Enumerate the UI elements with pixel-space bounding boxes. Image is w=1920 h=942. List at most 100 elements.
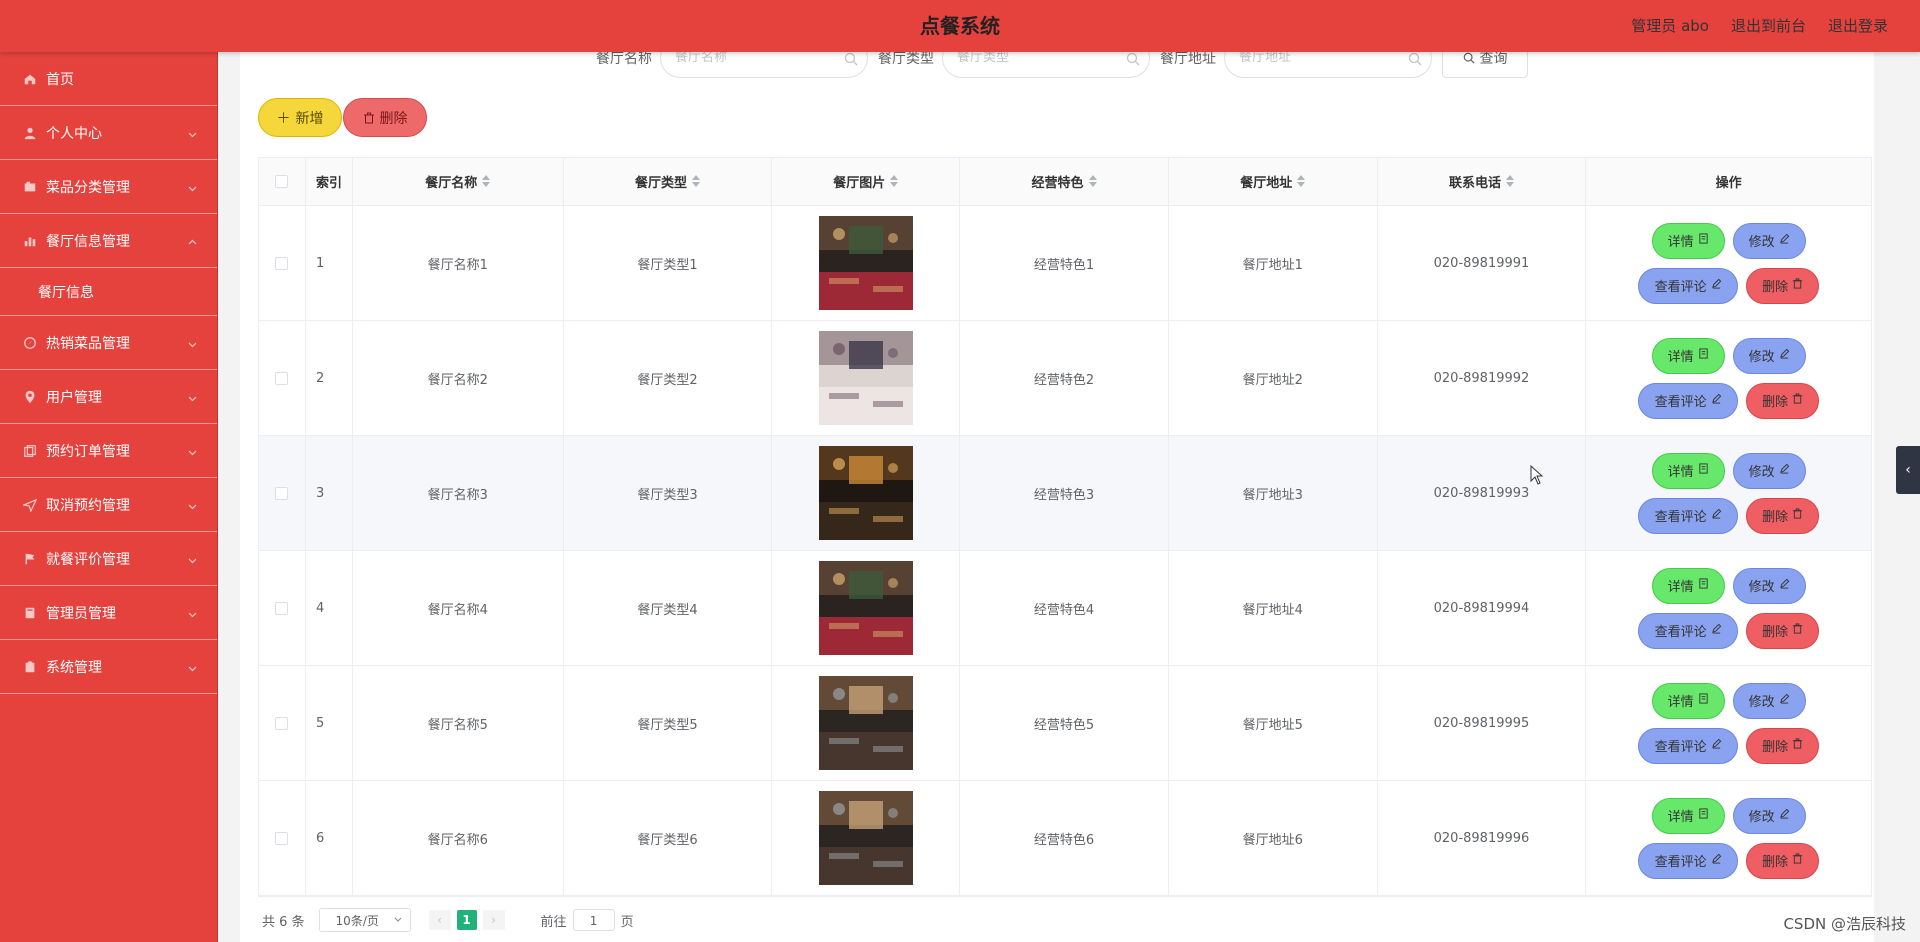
detail-button[interactable]: 详情 xyxy=(1651,337,1725,374)
cell-phone: 020-89819995 xyxy=(1378,666,1587,780)
sidebar-item-9[interactable]: 管理员管理 xyxy=(0,586,217,640)
detail-button[interactable]: 详情 xyxy=(1651,452,1725,489)
edit-button[interactable]: 修改 xyxy=(1732,337,1806,374)
col-feature-label: 经营特色 xyxy=(1031,176,1084,191)
search-address-label: 餐厅地址 xyxy=(1160,51,1216,67)
sort-icon[interactable] xyxy=(1088,175,1097,188)
sidebar-item-7[interactable]: 取消预约管理 xyxy=(0,478,217,532)
table-row[interactable]: 4 餐厅名称4 餐厅类型4 经营特色4 餐厅地址4 020-89819994 详情 修改 查看评… xyxy=(259,551,1871,666)
back-to-frontend-link[interactable]: 退出到前台 xyxy=(1731,0,1806,52)
select-all-checkbox[interactable] xyxy=(275,175,289,188)
detail-button[interactable]: 详情 xyxy=(1651,222,1725,259)
table-row[interactable]: 3 餐厅名称3 餐厅类型3 经营特色3 餐厅地址3 020-89819993 详情 修改 查看评… xyxy=(259,436,1871,551)
table-row[interactable]: 6 餐厅名称6 餐厅类型6 经营特色6 餐厅地址6 020-89819996 详情 修改 查看评… xyxy=(259,781,1871,896)
restaurant-image[interactable] xyxy=(818,791,913,885)
page-size-select[interactable]: 10条/页 xyxy=(318,908,411,932)
remove-label: 删除 xyxy=(1762,280,1789,295)
restaurant-image[interactable] xyxy=(818,561,913,655)
edit-button[interactable]: 修改 xyxy=(1732,567,1806,604)
goto-page-input[interactable]: 1 xyxy=(572,909,615,931)
sidebar-item-8[interactable]: 就餐评价管理 xyxy=(0,532,217,586)
view-reviews-button[interactable]: 查看评论 xyxy=(1638,267,1739,304)
detail-button[interactable]: 详情 xyxy=(1651,682,1725,719)
view-reviews-button[interactable]: 查看评论 xyxy=(1638,497,1739,534)
table-row[interactable]: 2 餐厅名称2 餐厅类型2 经营特色2 餐厅地址2 020-89819992 详情 修改 查看评… xyxy=(259,321,1871,436)
cell-type: 餐厅类型1 xyxy=(564,206,773,320)
edit-icon xyxy=(1779,348,1790,363)
restaurant-image[interactable] xyxy=(818,331,913,425)
sidebar-item-2[interactable]: 菜品分类管理 xyxy=(0,160,217,214)
batch-delete-button[interactable]: 删除 xyxy=(343,98,427,137)
edit-button[interactable]: 修改 xyxy=(1732,797,1806,834)
sidebar-item-10[interactable]: 系统管理 xyxy=(0,640,217,694)
view-reviews-button[interactable]: 查看评论 xyxy=(1638,612,1739,649)
detail-button[interactable]: 详情 xyxy=(1651,567,1725,604)
admin-user-link[interactable]: 管理员 abo xyxy=(1631,0,1709,52)
sidebar-item-5[interactable]: 用户管理 xyxy=(0,370,217,424)
chevron-down-icon xyxy=(188,127,197,138)
sidebar-item-label: 预约订单管理 xyxy=(46,443,130,460)
review-label: 查看评论 xyxy=(1654,395,1707,410)
row-checkbox[interactable] xyxy=(275,831,289,845)
table-row[interactable]: 1 餐厅名称1 餐厅类型1 经营特色1 餐厅地址1 020-89819991 详情 修改 查看评… xyxy=(259,206,1871,321)
col-phone[interactable]: 联系电话 xyxy=(1378,158,1587,205)
page-number-button[interactable]: 1 xyxy=(456,910,477,930)
search-icon xyxy=(1463,52,1475,64)
view-reviews-button[interactable]: 查看评论 xyxy=(1638,727,1739,764)
review-label: 查看评论 xyxy=(1654,280,1707,295)
sidebar-subitem-0[interactable]: 餐厅信息 xyxy=(0,268,217,316)
logout-link[interactable]: 退出登录 xyxy=(1828,0,1888,52)
cell-phone: 020-89819992 xyxy=(1378,321,1587,435)
delete-row-button[interactable]: 删除 xyxy=(1746,612,1820,649)
restaurant-image[interactable] xyxy=(818,216,913,310)
col-name[interactable]: 餐厅名称 xyxy=(353,158,564,205)
search-icon xyxy=(844,52,858,66)
cell-address: 餐厅地址2 xyxy=(1169,321,1378,435)
delete-row-button[interactable]: 删除 xyxy=(1746,267,1820,304)
trash-icon xyxy=(363,112,374,123)
edit-button[interactable]: 修改 xyxy=(1732,452,1806,489)
delete-row-button[interactable]: 删除 xyxy=(1746,382,1820,419)
next-page-button[interactable]: › xyxy=(482,910,505,930)
sidebar-item-6[interactable]: 预约订单管理 xyxy=(0,424,217,478)
edit-button[interactable]: 修改 xyxy=(1732,682,1806,719)
cell-address: 餐厅地址5 xyxy=(1169,666,1378,780)
edit-icon xyxy=(1779,808,1790,823)
row-checkbox[interactable] xyxy=(275,716,289,730)
remove-label: 删除 xyxy=(1762,625,1789,640)
search-name-label: 餐厅名称 xyxy=(596,51,652,67)
edit-button[interactable]: 修改 xyxy=(1732,222,1806,259)
sort-icon[interactable] xyxy=(482,175,491,188)
view-reviews-button[interactable]: 查看评论 xyxy=(1638,382,1739,419)
row-checkbox[interactable] xyxy=(275,486,289,500)
col-type[interactable]: 餐厅类型 xyxy=(564,158,773,205)
row-checkbox[interactable] xyxy=(275,256,289,270)
add-button[interactable]: ＋ 新增 xyxy=(258,98,342,137)
chevron-down-icon xyxy=(188,391,197,402)
prev-page-button[interactable]: ‹ xyxy=(428,910,451,930)
delete-row-button[interactable]: 删除 xyxy=(1746,497,1820,534)
clipboard-icon xyxy=(22,659,38,675)
col-feature[interactable]: 经营特色 xyxy=(960,158,1169,205)
sidebar-item-4[interactable]: 热销菜品管理 xyxy=(0,316,217,370)
col-image[interactable]: 餐厅图片 xyxy=(772,158,961,205)
sort-icon[interactable] xyxy=(1297,175,1306,188)
chevron-down-icon xyxy=(394,917,401,922)
sort-icon[interactable] xyxy=(890,175,899,188)
view-reviews-button[interactable]: 查看评论 xyxy=(1638,842,1739,879)
detail-button[interactable]: 详情 xyxy=(1651,797,1725,834)
restaurant-image[interactable] xyxy=(818,676,913,770)
col-address[interactable]: 餐厅地址 xyxy=(1169,158,1378,205)
row-checkbox[interactable] xyxy=(275,371,289,385)
table-row[interactable]: 5 餐厅名称5 餐厅类型5 经营特色5 餐厅地址5 020-89819995 详情 修改 查看评… xyxy=(259,666,1871,781)
delete-row-button[interactable]: 删除 xyxy=(1746,842,1820,879)
sidebar-item-3[interactable]: 餐厅信息管理 xyxy=(0,214,217,268)
row-checkbox[interactable] xyxy=(275,601,289,615)
sidebar-item-0[interactable]: 首页 xyxy=(0,52,217,106)
sort-icon[interactable] xyxy=(692,175,700,188)
delete-row-button[interactable]: 删除 xyxy=(1746,727,1820,764)
sort-icon[interactable] xyxy=(1505,175,1514,188)
collapse-panel-tab[interactable]: ‹ xyxy=(1896,446,1920,494)
sidebar-item-1[interactable]: 个人中心 xyxy=(0,106,217,160)
restaurant-image[interactable] xyxy=(818,446,913,540)
